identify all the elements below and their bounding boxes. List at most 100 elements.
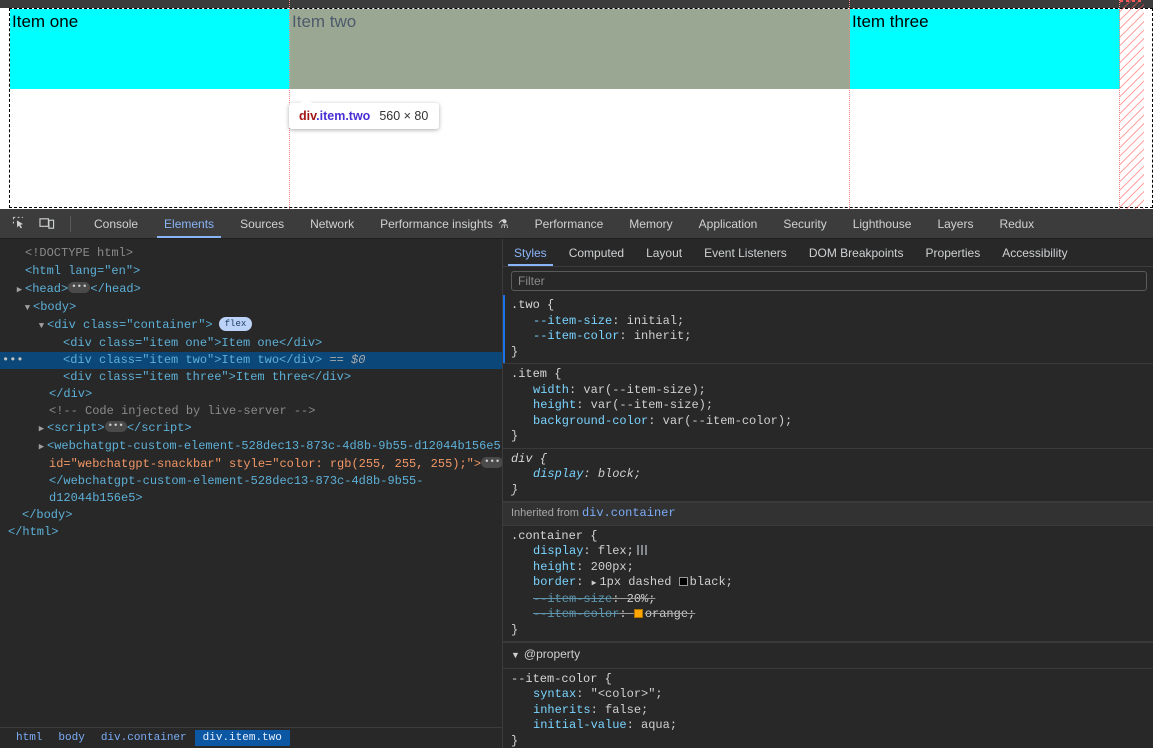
css-rule-div-user-agent[interactable]: div { display: block; } — [503, 449, 1153, 502]
item-two-box[interactable]: Item two — [290, 9, 850, 89]
dom-line-html-close[interactable]: </html> — [0, 524, 502, 541]
css-rule-two[interactable]: .two { --item-size: initial; --item-colo… — [503, 295, 1153, 364]
declaration-width[interactable]: width: var(--item-size); — [511, 383, 1153, 399]
tab-properties[interactable]: Properties — [915, 239, 992, 266]
declaration-container-item-size[interactable]: --item-size: 20%; — [511, 592, 1153, 608]
tab-performance-insights[interactable]: Performance insights ⚗ — [367, 209, 521, 238]
tab-redux[interactable]: Redux — [986, 209, 1047, 238]
dom-line-container-close[interactable]: </div> — [0, 386, 502, 403]
tab-security[interactable]: Security — [770, 209, 839, 238]
script-twisty-icon[interactable]: ▶ — [36, 421, 47, 438]
border-expand-icon[interactable]: ▶ — [592, 576, 597, 592]
item-three-box[interactable]: Item three — [850, 9, 1120, 89]
dom-line-custom-close-1[interactable]: </webchatgpt-custom-element-528dec13-873… — [0, 473, 502, 490]
dom-line-custom-close-2[interactable]: d12044b156e5> — [0, 490, 502, 507]
css-rule-item[interactable]: .item { width: var(--item-size); height:… — [503, 364, 1153, 449]
flex-editor-icon[interactable] — [636, 545, 647, 555]
declaration-container-display[interactable]: display: flex; — [511, 544, 1153, 560]
dom-line-doctype[interactable]: ▶<!DOCTYPE html> — [0, 245, 502, 263]
item-one-box[interactable]: Item one — [10, 9, 290, 89]
val-container-display: flex; — [597, 544, 634, 558]
tab-layers[interactable]: Layers — [924, 209, 986, 238]
val-inherits: false; — [605, 702, 649, 717]
dom-line-item-two[interactable]: ••• <div class="item two">Item two</div> … — [0, 352, 502, 369]
tab-styles[interactable]: Styles — [503, 239, 558, 266]
tab-computed[interactable]: Computed — [558, 239, 635, 266]
rule-div-close: } — [511, 482, 519, 497]
declaration-container-border[interactable]: border: ▶ 1px dashed black; — [511, 575, 1153, 592]
custom-element-twisty-icon[interactable]: ▶ — [36, 439, 47, 456]
breadcrumb-item-html[interactable]: html — [8, 730, 50, 746]
dom-line-item-three[interactable]: <div class="item three">Item three</div> — [0, 369, 502, 386]
devtools-panel: Console Elements Sources Network Perform… — [0, 209, 1153, 748]
tab-console[interactable]: Console — [81, 209, 151, 238]
head-twisty-icon[interactable]: ▶ — [14, 282, 25, 299]
tab-sources[interactable]: Sources — [227, 209, 297, 238]
inspect-element-icon[interactable] — [6, 212, 32, 236]
tab-elements[interactable]: Elements — [151, 209, 227, 238]
rule-container-selector[interactable]: .container { — [511, 529, 1153, 545]
at-property-name[interactable]: --item-color { — [511, 672, 1153, 688]
dom-line-container-open[interactable]: ▼ <div class="container"> flex — [0, 316, 502, 335]
declaration-syntax[interactable]: syntax: "<color>"; — [511, 687, 1153, 703]
tab-accessibility-label: Accessibility — [1002, 245, 1068, 260]
prop-width: width — [533, 382, 570, 397]
dom-line-body-open[interactable]: ▼ <body> — [0, 299, 502, 317]
rule-div-selector[interactable]: div { — [511, 452, 1153, 468]
inherited-source[interactable]: div.container — [582, 506, 676, 520]
declaration-container-item-color[interactable]: --item-color: orange; — [511, 607, 1153, 623]
container-twisty-icon[interactable]: ▼ — [36, 318, 47, 335]
breadcrumb-item-body[interactable]: body — [50, 730, 92, 746]
dom-line-custom-attrs[interactable]: id="webchatgpt-snackbar" style="color: r… — [0, 456, 502, 473]
device-toolbar-icon[interactable] — [34, 212, 60, 236]
tab-memory[interactable]: Memory — [616, 209, 685, 238]
tab-accessibility[interactable]: Accessibility — [991, 239, 1078, 266]
declaration-height[interactable]: height: var(--item-size); — [511, 398, 1153, 414]
breadcrumb-item-container[interactable]: div.container — [93, 730, 195, 746]
color-swatch-orange[interactable] — [633, 609, 643, 618]
head-collapsed-icon[interactable]: ••• — [68, 282, 91, 294]
custom-element-collapsed-icon[interactable]: ••• — [481, 457, 502, 469]
tab-console-label: Console — [94, 216, 139, 231]
declaration-container-height[interactable]: height: 200px; — [511, 560, 1153, 576]
dom-line-custom-open[interactable]: ▶ <webchatgpt-custom-element-528dec13-873… — [0, 438, 502, 456]
declaration-initial-value[interactable]: initial-value: aqua; — [511, 718, 1153, 734]
tab-performance[interactable]: Performance — [522, 209, 617, 238]
flex-guide-line-2 — [849, 0, 850, 209]
declaration-background-color[interactable]: background-color: var(--item-color); — [511, 414, 1153, 430]
declaration-item-size-initial[interactable]: --item-size: initial; — [511, 314, 1153, 330]
dom-line-script[interactable]: ▶ <script> ••• </script> — [0, 420, 502, 438]
flex-badge[interactable]: flex — [218, 316, 253, 331]
declaration-item-color-inherit[interactable]: --item-color: inherit; — [511, 329, 1153, 345]
tab-application[interactable]: Application — [686, 209, 771, 238]
element-highlight-tooltip: div.item.two 560 × 80 — [289, 97, 440, 129]
tab-dom-breakpoints[interactable]: DOM Breakpoints — [798, 239, 915, 266]
body-twisty-icon[interactable]: ▼ — [22, 300, 33, 317]
script-collapsed-icon[interactable]: ••• — [104, 421, 127, 433]
css-rule-at-property-item-color[interactable]: --item-color { syntax: "<color>"; inheri… — [503, 669, 1153, 748]
dom-line-html-open[interactable]: ▶<html lang="en"> — [0, 263, 502, 281]
styles-filter-input[interactable] — [511, 271, 1147, 291]
tab-event-listeners-label: Event Listeners — [704, 245, 787, 260]
tab-layout[interactable]: Layout — [635, 239, 693, 266]
css-rule-container[interactable]: .container { display: flex; height: 200p… — [503, 526, 1153, 642]
rule-two-selector[interactable]: .two { — [511, 298, 1153, 314]
tab-lighthouse[interactable]: Lighthouse — [840, 209, 925, 238]
dom-line-head[interactable]: ▶ <head> ••• </head> — [0, 281, 502, 299]
at-property-caret-icon[interactable]: ▼ — [511, 648, 520, 664]
dom-line-body-close[interactable]: </body> — [0, 507, 502, 524]
prop-display: display — [533, 467, 584, 481]
dom-line-comment[interactable]: <!-- Code injected by live-server --> — [0, 403, 502, 420]
dom-row-menu-icon[interactable]: ••• — [2, 352, 24, 369]
tab-event-listeners[interactable]: Event Listeners — [693, 239, 798, 266]
declaration-inherits[interactable]: inherits: false; — [511, 703, 1153, 719]
rule-item-selector[interactable]: .item { — [511, 367, 1153, 383]
tab-network[interactable]: Network — [297, 209, 367, 238]
prop-height: height — [533, 398, 577, 412]
declaration-display-block[interactable]: display: block; — [511, 467, 1153, 483]
prop-container-item-size: --item-size — [533, 591, 613, 606]
breadcrumb-item-item-two[interactable]: div.item.two — [194, 730, 290, 746]
color-swatch-black[interactable] — [678, 577, 688, 586]
at-property-section-header[interactable]: ▼ @property — [503, 642, 1153, 669]
dom-line-item-one[interactable]: <div class="item one">Item one</div> — [0, 335, 502, 352]
